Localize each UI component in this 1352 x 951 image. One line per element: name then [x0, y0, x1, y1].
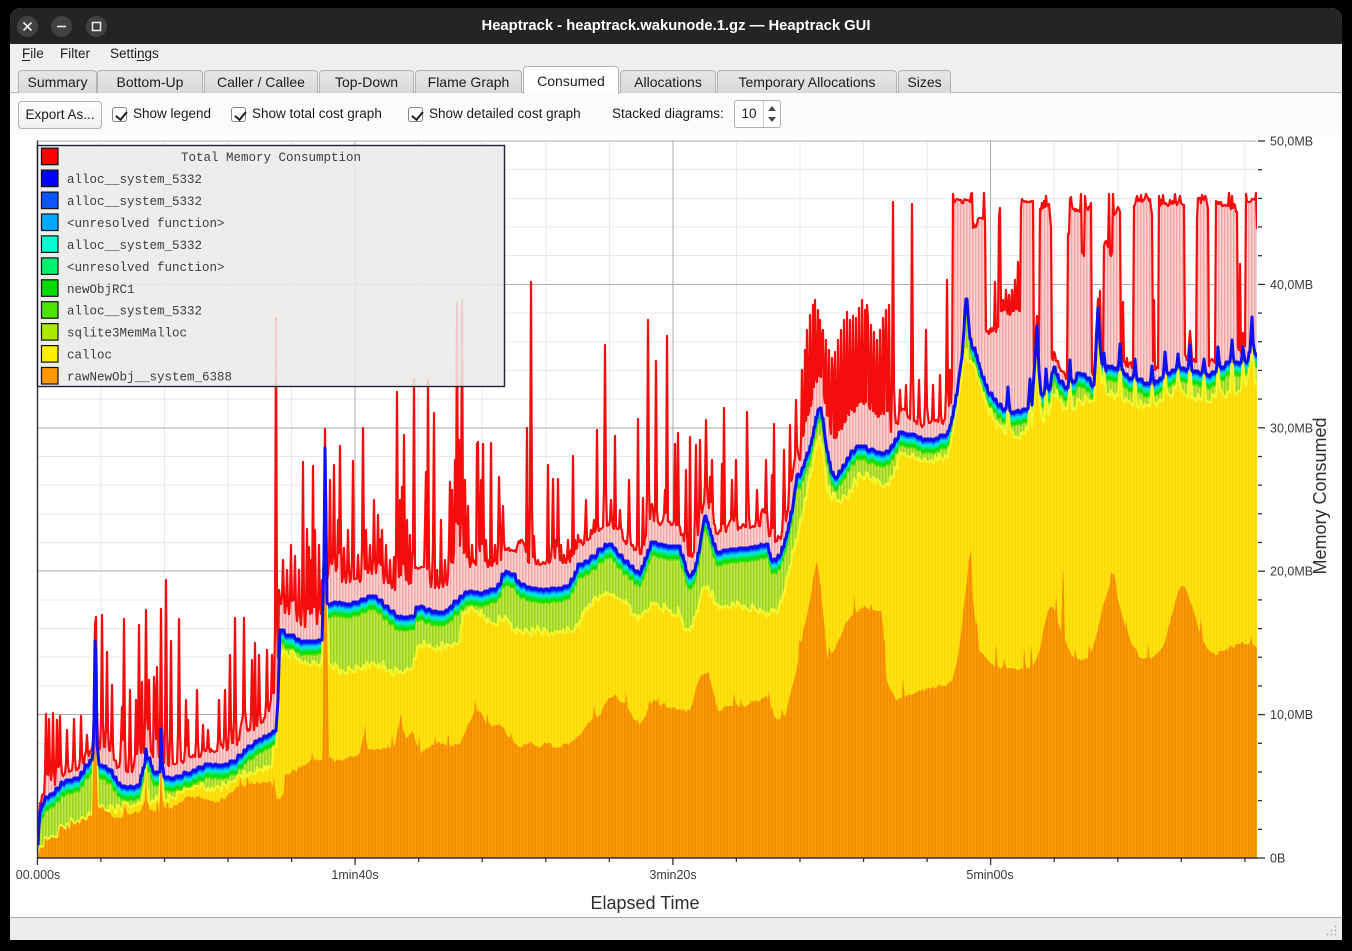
svg-text:10,0MB: 10,0MB	[1270, 708, 1313, 722]
svg-text:rawNewObj__system_6388: rawNewObj__system_6388	[67, 371, 232, 385]
svg-text:<unresolved function>: <unresolved function>	[67, 261, 225, 275]
svg-text:newObjRC1: newObjRC1	[67, 283, 135, 297]
svg-text:5min00s: 5min00s	[966, 868, 1013, 882]
svg-text:alloc__system_5332: alloc__system_5332	[67, 173, 202, 187]
svg-text:50,0MB: 50,0MB	[1270, 135, 1313, 149]
svg-text:<unresolved function>: <unresolved function>	[67, 217, 225, 231]
svg-text:alloc__system_5332: alloc__system_5332	[67, 195, 202, 209]
svg-text:calloc: calloc	[67, 349, 112, 363]
svg-text:Elapsed Time: Elapsed Time	[590, 893, 699, 913]
svg-text:3min20s: 3min20s	[649, 868, 696, 882]
svg-text:40,0MB: 40,0MB	[1270, 278, 1313, 292]
svg-text:Memory Consumed: Memory Consumed	[1310, 417, 1330, 574]
svg-text:alloc__system_5332: alloc__system_5332	[67, 305, 202, 319]
svg-text:30,0MB: 30,0MB	[1270, 421, 1313, 435]
svg-text:Total Memory Consumption: Total Memory Consumption	[181, 151, 361, 165]
svg-text:20,0MB: 20,0MB	[1270, 565, 1313, 579]
svg-text:sqlite3MemMalloc: sqlite3MemMalloc	[67, 327, 187, 341]
svg-text:00.000s: 00.000s	[16, 868, 60, 882]
svg-text:0B: 0B	[1270, 852, 1285, 866]
svg-text:alloc__system_5332: alloc__system_5332	[67, 239, 202, 253]
svg-text:1min40s: 1min40s	[331, 868, 378, 882]
